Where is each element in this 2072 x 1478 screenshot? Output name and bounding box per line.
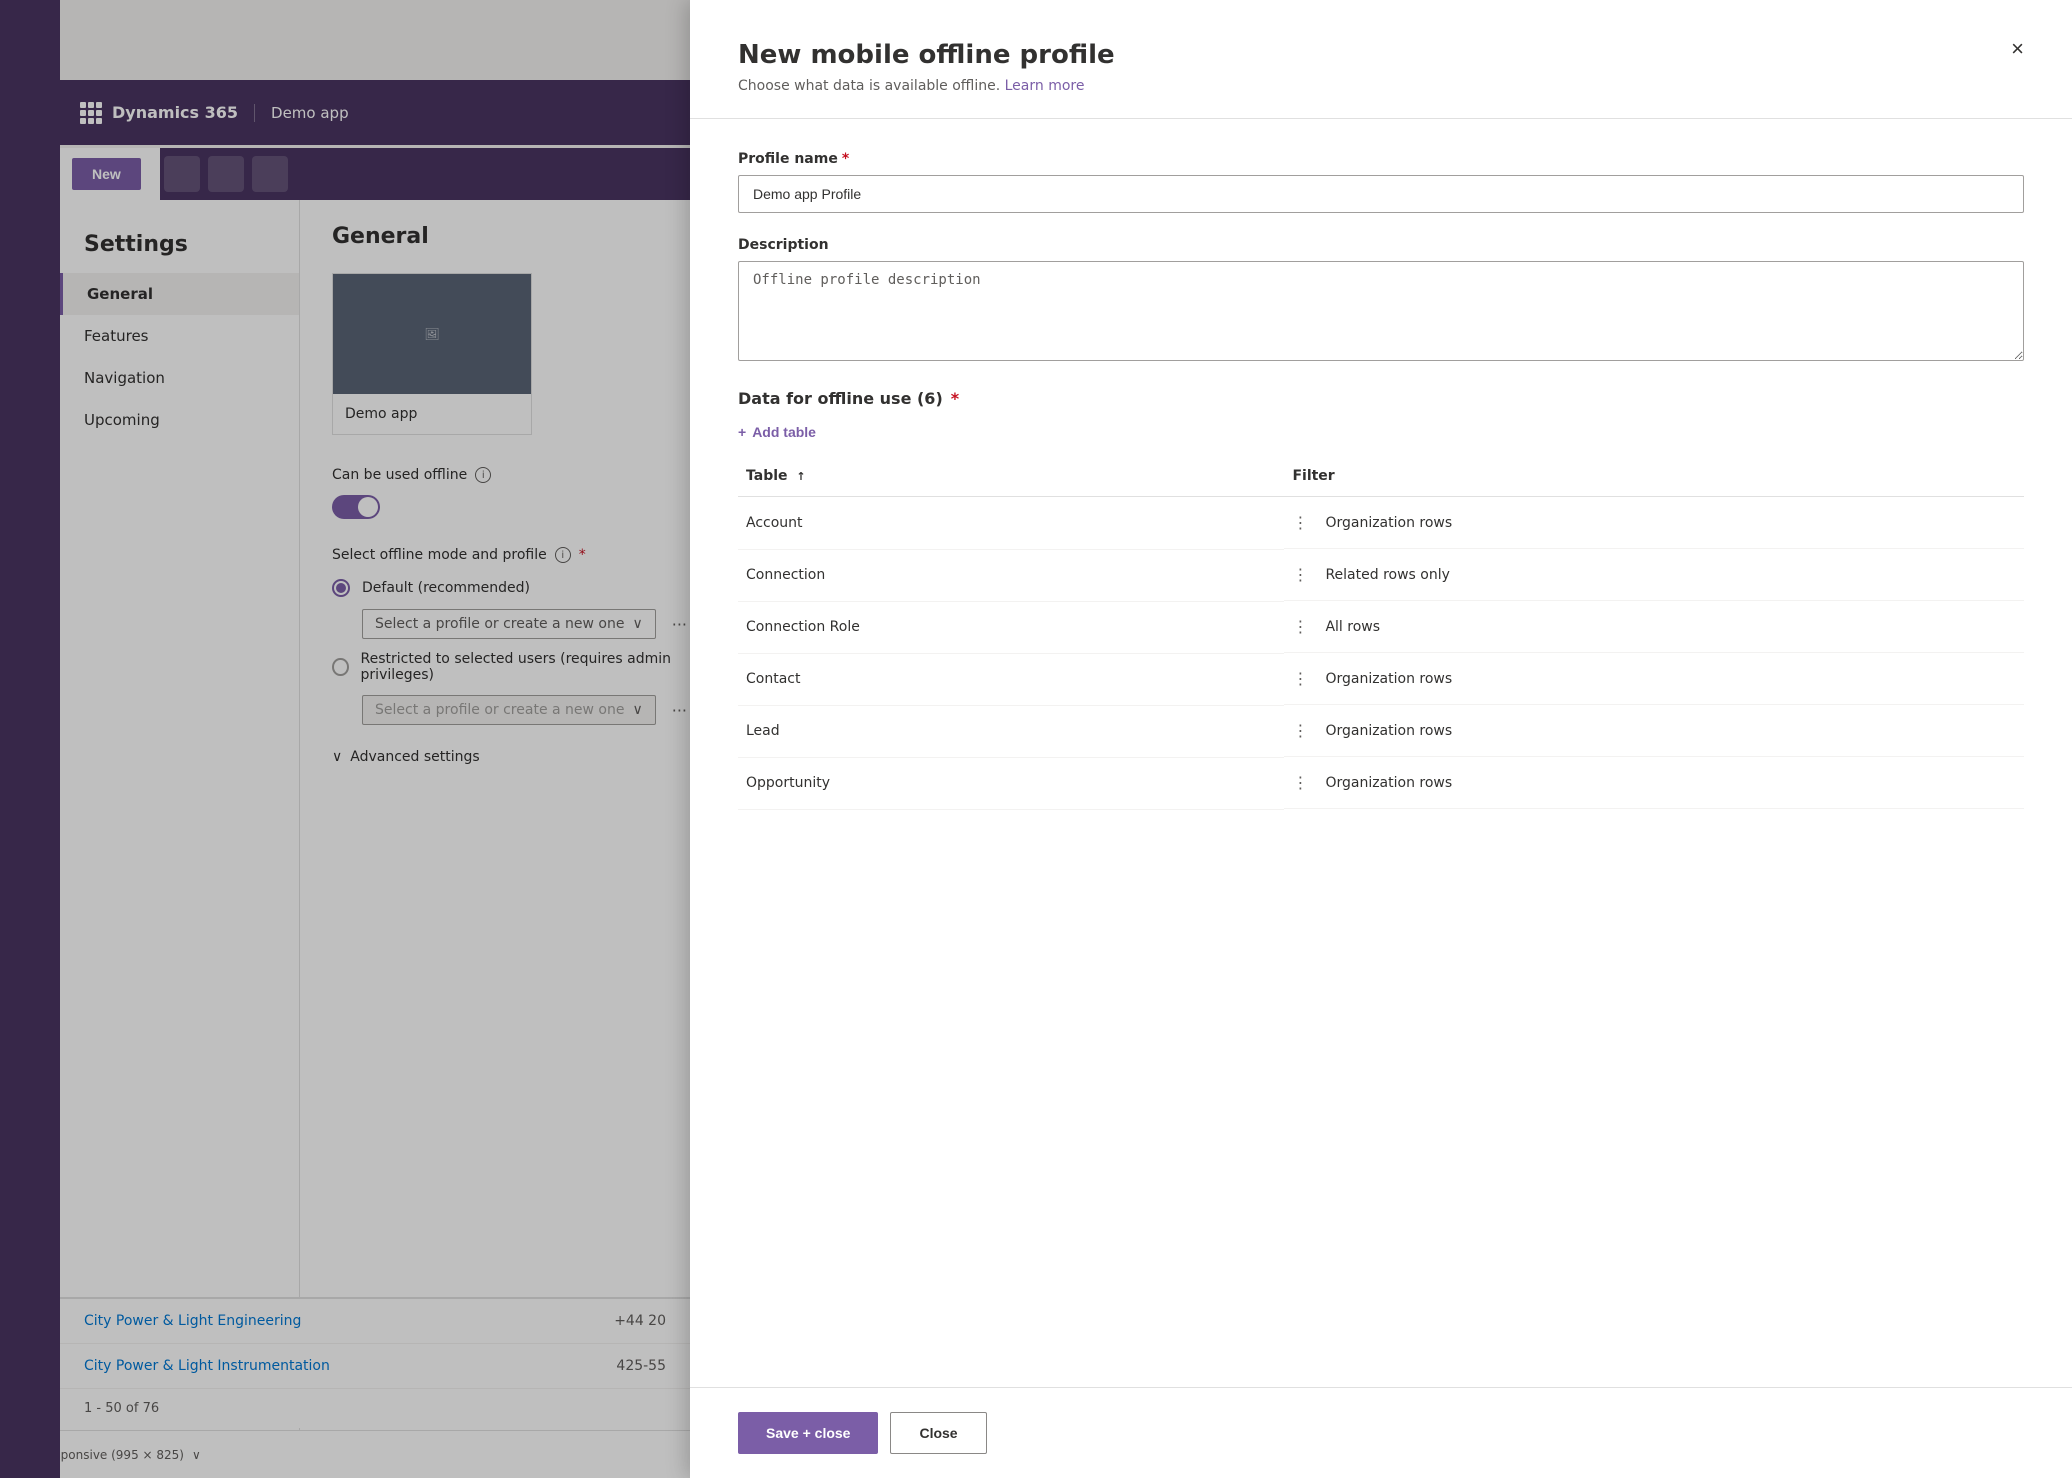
filter-value: Organization rows [1325,775,1452,791]
col-header-filter: Filter [1284,456,2024,497]
table-filter-cell: ⋮ Related rows only [1284,549,2024,601]
modal-header: New mobile offline profile Choose what d… [690,0,2072,119]
table-name-cell: Lead [738,705,1284,757]
modal-panel: New mobile offline profile Choose what d… [690,0,2072,1478]
filter-value: Organization rows [1325,671,1452,687]
profile-name-required-star: * [842,151,849,167]
add-table-button[interactable]: + Add table [738,424,816,440]
modal-subtitle-text: Choose what data is available offline. [738,78,1000,94]
filter-value: Related rows only [1325,567,1449,583]
modal-title: New mobile offline profile [738,40,2024,70]
table-name-cell: Account [738,497,1284,550]
table-name-cell: Connection [738,549,1284,601]
save-close-button[interactable]: Save + close [738,1412,878,1454]
table-row: Contact ⋮ Organization rows [738,653,2024,705]
more-options-btn[interactable]: ⋮ [1292,721,1309,740]
filter-value: Organization rows [1325,723,1452,739]
table-row: Account ⋮ Organization rows [738,497,2024,550]
description-textarea[interactable]: Offline profile description [738,261,2024,361]
col-header-table: Table ↑ [738,456,1284,497]
description-label: Description [738,237,2024,253]
modal-footer: Save + close Close [690,1387,2072,1478]
table-row: Connection ⋮ Related rows only [738,549,2024,601]
table-filter-cell: ⋮ Organization rows [1284,653,2024,705]
description-field: Description Offline profile description [738,237,2024,365]
filter-value: Organization rows [1325,515,1452,531]
profile-name-input[interactable] [738,175,2024,213]
offline-tables: Table ↑ Filter Account ⋮ Organization ro… [738,456,2024,810]
table-filter-cell: ⋮ Organization rows [1284,497,2024,549]
table-name-cell: Contact [738,653,1284,705]
table-row: Opportunity ⋮ Organization rows [738,757,2024,809]
profile-name-field: Profile name * [738,151,2024,213]
modal-close-button[interactable]: × [2011,36,2024,62]
data-section-required-star: * [951,389,959,408]
table-filter-cell: ⋮ Organization rows [1284,757,2024,809]
table-filter-cell: ⋮ All rows [1284,601,2024,653]
more-options-btn[interactable]: ⋮ [1292,617,1309,636]
modal-body: Profile name * Description Offline profi… [690,119,2072,1387]
more-options-btn[interactable]: ⋮ [1292,773,1309,792]
table-filter-cell: ⋮ Organization rows [1284,705,2024,757]
table-name-cell: Opportunity [738,757,1284,809]
data-offline-section: Data for offline use (6) * + Add table T… [738,389,2024,810]
add-table-label: Add table [752,424,816,440]
profile-name-label: Profile name * [738,151,2024,167]
sort-icon: ↑ [796,470,805,483]
more-options-btn[interactable]: ⋮ [1292,513,1309,532]
filter-value: All rows [1325,619,1380,635]
data-section-title: Data for offline use (6) * [738,389,2024,408]
plus-icon: + [738,424,746,440]
table-row: Lead ⋮ Organization rows [738,705,2024,757]
learn-more-link[interactable]: Learn more [1005,78,1085,94]
table-name-cell: Connection Role [738,601,1284,653]
more-options-btn[interactable]: ⋮ [1292,669,1309,688]
more-options-btn[interactable]: ⋮ [1292,565,1309,584]
modal-subtitle: Choose what data is available offline. L… [738,78,2024,94]
close-button[interactable]: Close [890,1412,986,1454]
table-row: Connection Role ⋮ All rows [738,601,2024,653]
